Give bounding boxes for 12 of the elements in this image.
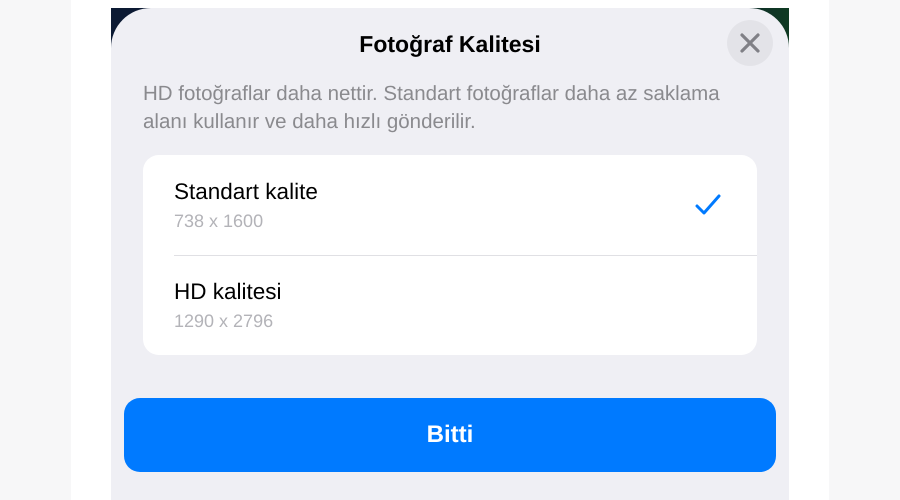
sheet-title: Fotoğraf Kalitesi: [359, 30, 541, 58]
option-label: HD kalitesi: [174, 279, 282, 305]
close-icon: [740, 33, 760, 53]
option-label: Standart kalite: [174, 178, 318, 204]
quality-option[interactable]: Standart kalite 738 x 1600: [174, 155, 757, 255]
close-button[interactable]: [727, 20, 773, 66]
done-button[interactable]: Bitti: [124, 398, 776, 472]
quality-option[interactable]: HD kalitesi 1290 x 2796: [174, 255, 757, 355]
description-text: HD fotoğraflar daha nettir. Standart fotoğraflar daha az saklama alanı kullanır ve daha hızlı gönderilir.: [143, 81, 721, 135]
option-resolution: 738 x 1600: [174, 210, 264, 232]
checkmark-icon: [695, 194, 721, 216]
option-resolution: 1290 x 2796: [174, 311, 274, 332]
